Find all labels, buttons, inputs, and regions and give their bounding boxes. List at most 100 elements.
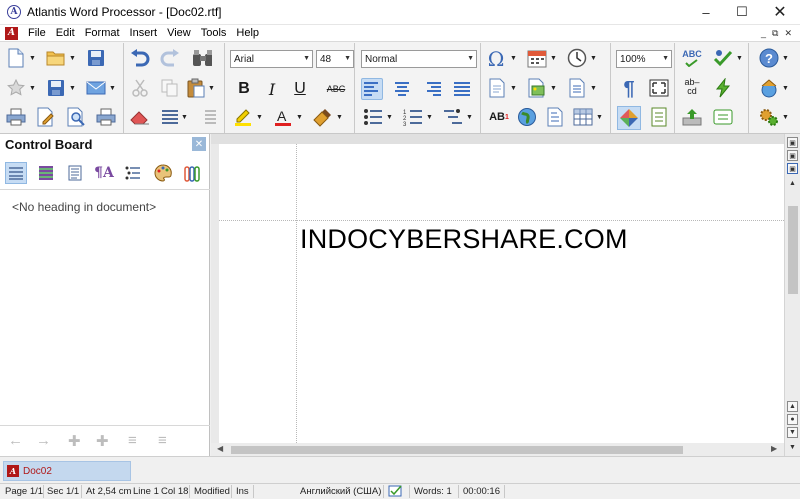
- highlight-icon[interactable]: [233, 107, 253, 127]
- prev-page-button[interactable]: ▲: [787, 401, 798, 412]
- ebook-icon[interactable]: [713, 107, 733, 127]
- atlantis-logo-icon[interactable]: A: [7, 5, 21, 19]
- save-icon[interactable]: [86, 48, 106, 68]
- table-dropdown-icon[interactable]: ▼: [596, 114, 603, 121]
- style-combo[interactable]: Normal ▼: [361, 50, 477, 68]
- numbered-list-dropdown-icon[interactable]: ▼: [426, 114, 433, 121]
- time-dropdown-icon[interactable]: ▼: [590, 55, 597, 62]
- insert-page-icon[interactable]: [487, 78, 507, 98]
- edit-doc-icon[interactable]: [36, 107, 56, 127]
- settings-dropdown-icon[interactable]: ▼: [782, 114, 789, 121]
- demote-heading-icon[interactable]: ≡: [158, 432, 167, 449]
- align-center-button[interactable]: [391, 78, 413, 100]
- document-text[interactable]: INDOCYBERSHARE.COM: [300, 224, 628, 255]
- page-view-button[interactable]: ▣: [787, 137, 798, 148]
- align-left-button[interactable]: [361, 78, 383, 100]
- lightning-icon[interactable]: [713, 78, 733, 98]
- mdi-minimize-button[interactable]: _: [761, 28, 766, 39]
- color-wheel-icon[interactable]: [617, 106, 641, 130]
- scroll-down-button[interactable]: ▼: [787, 442, 798, 453]
- print-preview-icon[interactable]: [66, 107, 86, 127]
- font-size-combo[interactable]: 48 ▼: [316, 50, 354, 68]
- eraser-icon[interactable]: [130, 107, 150, 127]
- menu-file[interactable]: File: [23, 27, 51, 39]
- open-dropdown-icon[interactable]: ▼: [69, 55, 76, 62]
- hyphenation-icon[interactable]: ab– cd: [680, 77, 704, 97]
- paste-icon[interactable]: [186, 78, 206, 98]
- email-dropdown-icon[interactable]: ▼: [109, 85, 116, 92]
- italic-button[interactable]: I: [261, 78, 283, 100]
- nav-back-icon[interactable]: ←: [8, 432, 23, 449]
- align-justify-button[interactable]: [451, 78, 473, 100]
- help-icon[interactable]: ?: [759, 48, 779, 68]
- undo-icon[interactable]: [130, 48, 150, 68]
- vertical-scrollbar[interactable]: ▣ ▣ ▣ ▲ ▲ ● ▼ ▼: [784, 134, 800, 456]
- underline-button[interactable]: U: [289, 78, 311, 100]
- menu-view[interactable]: View: [162, 27, 196, 39]
- document-page[interactable]: INDOCYBERSHARE.COM: [219, 144, 784, 443]
- menu-help[interactable]: Help: [231, 27, 264, 39]
- format-painter-dropdown-icon[interactable]: ▼: [336, 114, 343, 121]
- web-home-icon[interactable]: [759, 78, 779, 98]
- document-icon[interactable]: A: [5, 26, 18, 40]
- font-name-combo[interactable]: Arial ▼: [230, 50, 313, 68]
- save-as-dropdown-icon[interactable]: ▼: [69, 85, 76, 92]
- time-icon[interactable]: [567, 48, 587, 68]
- maximize-button[interactable]: ☐: [724, 0, 760, 25]
- autocorrect-dropdown-icon[interactable]: ▼: [736, 55, 743, 62]
- add-heading-icon[interactable]: ✚: [68, 432, 81, 450]
- new-doc-icon[interactable]: [6, 48, 26, 68]
- redo-icon[interactable]: [160, 48, 180, 68]
- tab-doc02[interactable]: A Doc02: [3, 461, 131, 481]
- superscript-icon[interactable]: AB 1: [487, 107, 511, 127]
- list-format-icon[interactable]: [122, 162, 144, 184]
- menu-format[interactable]: Format: [80, 27, 125, 39]
- strikethrough-button[interactable]: ABC: [322, 78, 350, 100]
- vertical-scroll-thumb[interactable]: [788, 206, 798, 294]
- multilevel-list-icon[interactable]: [443, 107, 463, 127]
- close-button[interactable]: ✕: [760, 0, 800, 25]
- find-icon[interactable]: [192, 48, 212, 68]
- bullet-list-icon[interactable]: [363, 107, 383, 127]
- minimize-button[interactable]: –: [688, 0, 724, 25]
- page-view-icon[interactable]: [649, 107, 669, 127]
- highlight-dropdown-icon[interactable]: ▼: [256, 114, 263, 121]
- menu-tools[interactable]: Tools: [196, 27, 232, 39]
- email-icon[interactable]: [86, 78, 106, 98]
- horizontal-scrollbar[interactable]: ◀ ▶: [211, 443, 784, 456]
- font-color-dropdown-icon[interactable]: ▼: [296, 114, 303, 121]
- new-doc-dropdown-icon[interactable]: ▼: [29, 55, 36, 62]
- browse-object-button[interactable]: ●: [787, 414, 798, 425]
- web-home-dropdown-icon[interactable]: ▼: [782, 85, 789, 92]
- next-page-button[interactable]: ▼: [787, 427, 798, 438]
- zoom-combo[interactable]: 100% ▼: [616, 50, 672, 68]
- autocorrect-icon[interactable]: [713, 48, 733, 68]
- justify-dropdown-icon[interactable]: ▼: [181, 114, 188, 121]
- scroll-up-button[interactable]: ▲: [787, 178, 798, 189]
- align-right-button[interactable]: [421, 78, 443, 100]
- paste-dropdown-icon[interactable]: ▼: [208, 85, 215, 92]
- date-dropdown-icon[interactable]: ▼: [550, 55, 557, 62]
- favorites-dropdown-icon[interactable]: ▼: [29, 85, 36, 92]
- globe-link-icon[interactable]: [517, 107, 537, 127]
- insert-picture-dropdown-icon[interactable]: ▼: [550, 85, 557, 92]
- print-setup-icon[interactable]: [96, 107, 116, 127]
- settings-icon[interactable]: [759, 107, 779, 127]
- draft-view-button[interactable]: ▣: [787, 163, 798, 174]
- numbered-list-icon[interactable]: 123: [403, 107, 423, 127]
- chevron-down-icon[interactable]: ▼: [662, 55, 669, 62]
- nav-forward-icon[interactable]: →: [36, 432, 51, 449]
- upload-icon[interactable]: [682, 107, 702, 127]
- copy-icon[interactable]: [160, 78, 180, 98]
- add-subheading-icon[interactable]: ✚: [96, 432, 109, 450]
- insert-page-dropdown-icon[interactable]: ▼: [510, 85, 517, 92]
- help-dropdown-icon[interactable]: ▼: [782, 55, 789, 62]
- palette-icon[interactable]: [152, 162, 174, 184]
- mdi-close-button[interactable]: ✕: [784, 28, 792, 39]
- favorites-icon[interactable]: [6, 78, 26, 98]
- insert-picture-icon[interactable]: [527, 78, 547, 98]
- symbol-icon[interactable]: Ω: [485, 47, 507, 71]
- fullscreen-icon[interactable]: [649, 78, 669, 98]
- format-painter-icon[interactable]: [313, 107, 333, 127]
- show-formatting-icon[interactable]: ¶: [618, 78, 640, 100]
